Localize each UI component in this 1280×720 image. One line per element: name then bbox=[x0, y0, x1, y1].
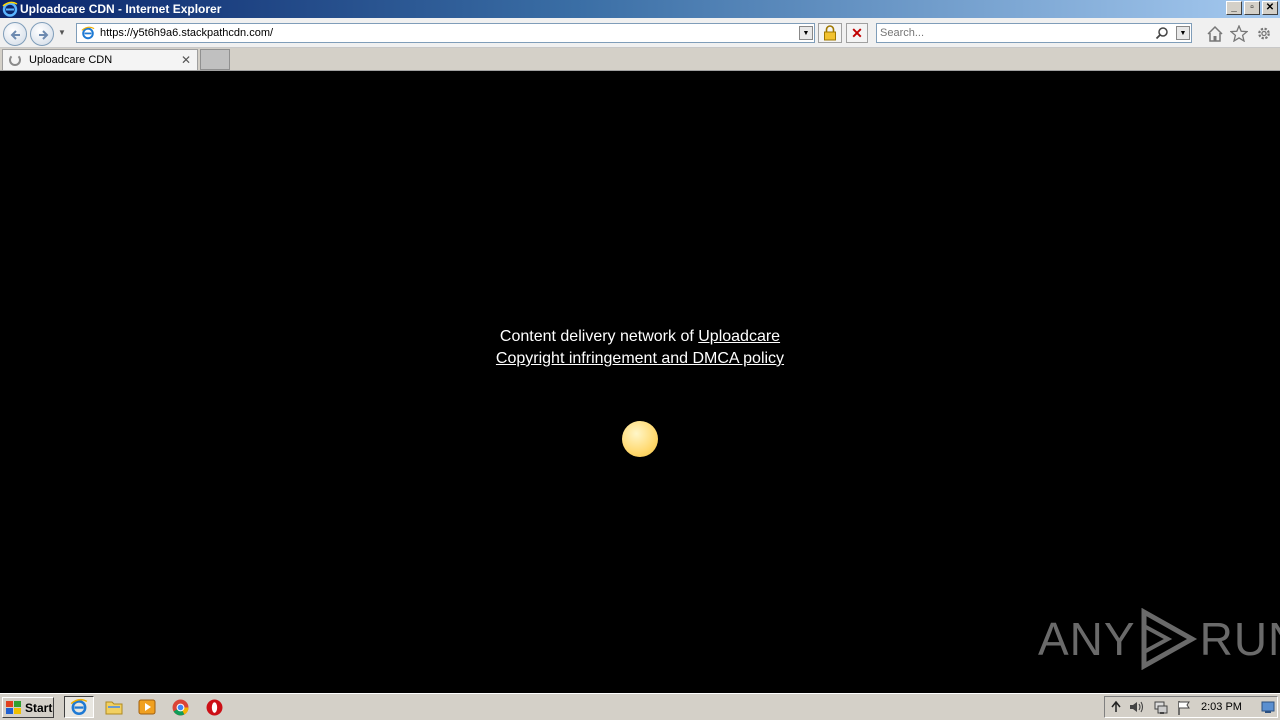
forward-arrow-icon bbox=[39, 30, 49, 40]
magnifier-icon[interactable] bbox=[1155, 26, 1169, 40]
uploadcare-link[interactable]: Uploadcare bbox=[698, 328, 780, 345]
loading-spinner-icon bbox=[9, 54, 21, 66]
minimize-button[interactable]: _ bbox=[1226, 1, 1242, 15]
media-player-icon[interactable] bbox=[138, 699, 156, 715]
back-button[interactable] bbox=[3, 22, 27, 46]
volume-icon[interactable] bbox=[1129, 700, 1145, 714]
title-bar: Uploadcare CDN - Internet Explorer _ ▫ ✕ bbox=[0, 0, 1280, 18]
taskbar-clock[interactable]: 2:03 PM bbox=[1201, 701, 1242, 713]
windows-flag-icon bbox=[6, 700, 21, 714]
tab-close-icon[interactable]: ✕ bbox=[181, 53, 191, 67]
loading-dot bbox=[622, 421, 658, 457]
security-lock-button[interactable] bbox=[818, 23, 842, 43]
tab-uploadcare-cdn[interactable]: Uploadcare CDN ✕ bbox=[2, 49, 198, 70]
dmca-policy-link[interactable]: Copyright infringement and DMCA policy bbox=[496, 350, 784, 367]
restore-button[interactable]: ▫ bbox=[1244, 1, 1260, 15]
page-content: Content delivery network of Uploadcare C… bbox=[0, 71, 1280, 693]
history-dropdown-icon[interactable]: ▼ bbox=[58, 28, 66, 37]
address-dropdown-icon[interactable]: ▼ bbox=[799, 26, 813, 40]
watermark-left-text: ANY bbox=[1038, 613, 1136, 665]
system-tray: 2:03 PM bbox=[1104, 696, 1278, 718]
star-icon[interactable] bbox=[1230, 25, 1248, 42]
cdn-prefix-text: Content delivery network of bbox=[499, 328, 699, 345]
ie-taskbar-icon bbox=[70, 698, 88, 715]
address-bar[interactable]: https://y5t6h9a6.stackpathcdn.com/ ▼ bbox=[76, 23, 815, 43]
page-ie-icon bbox=[81, 26, 95, 40]
taskbar: Start 2:03 PM bbox=[0, 693, 1280, 720]
ie-logo-icon bbox=[2, 1, 18, 17]
anyrun-watermark: ANY RUN bbox=[1038, 608, 1280, 670]
search-box[interactable]: ▼ bbox=[876, 23, 1192, 43]
show-hidden-icons-icon[interactable] bbox=[1111, 700, 1121, 714]
tab-label: Uploadcare CDN bbox=[29, 54, 113, 66]
start-label: Start bbox=[25, 700, 53, 715]
stop-button[interactable]: ✕ bbox=[846, 23, 868, 43]
start-button[interactable]: Start bbox=[2, 697, 54, 718]
action-center-flag-icon[interactable] bbox=[1177, 700, 1191, 716]
forward-button[interactable] bbox=[30, 22, 54, 46]
cdn-line-1: Content delivery network of Uploadcare bbox=[0, 326, 1280, 348]
cdn-line-2: Copyright infringement and DMCA policy bbox=[0, 348, 1280, 370]
folder-icon[interactable] bbox=[105, 699, 123, 715]
chrome-icon[interactable] bbox=[172, 699, 189, 716]
play-triangle-icon bbox=[1141, 608, 1197, 670]
lock-icon bbox=[824, 25, 836, 41]
tab-strip: Uploadcare CDN ✕ bbox=[0, 48, 1280, 71]
network-icon[interactable] bbox=[1153, 700, 1169, 716]
back-arrow-icon bbox=[10, 30, 20, 40]
window-title: Uploadcare CDN - Internet Explorer bbox=[20, 2, 222, 16]
new-tab-button[interactable] bbox=[200, 49, 230, 70]
cdn-info: Content delivery network of Uploadcare C… bbox=[0, 326, 1280, 370]
close-window-button[interactable]: ✕ bbox=[1262, 1, 1278, 15]
home-icon[interactable] bbox=[1206, 25, 1224, 42]
url-text[interactable]: https://y5t6h9a6.stackpathcdn.com/ bbox=[100, 27, 273, 39]
watermark-right-text: RUN bbox=[1199, 613, 1280, 665]
opera-icon[interactable] bbox=[206, 699, 223, 716]
show-desktop-icon[interactable] bbox=[1261, 700, 1275, 714]
search-input[interactable] bbox=[880, 24, 1150, 42]
gear-icon[interactable] bbox=[1255, 25, 1273, 42]
navigation-bar: ▼ https://y5t6h9a6.stackpathcdn.com/ ▼ ✕… bbox=[0, 18, 1280, 48]
taskbar-ie-button[interactable] bbox=[64, 696, 94, 718]
search-dropdown-icon[interactable]: ▼ bbox=[1176, 26, 1190, 40]
